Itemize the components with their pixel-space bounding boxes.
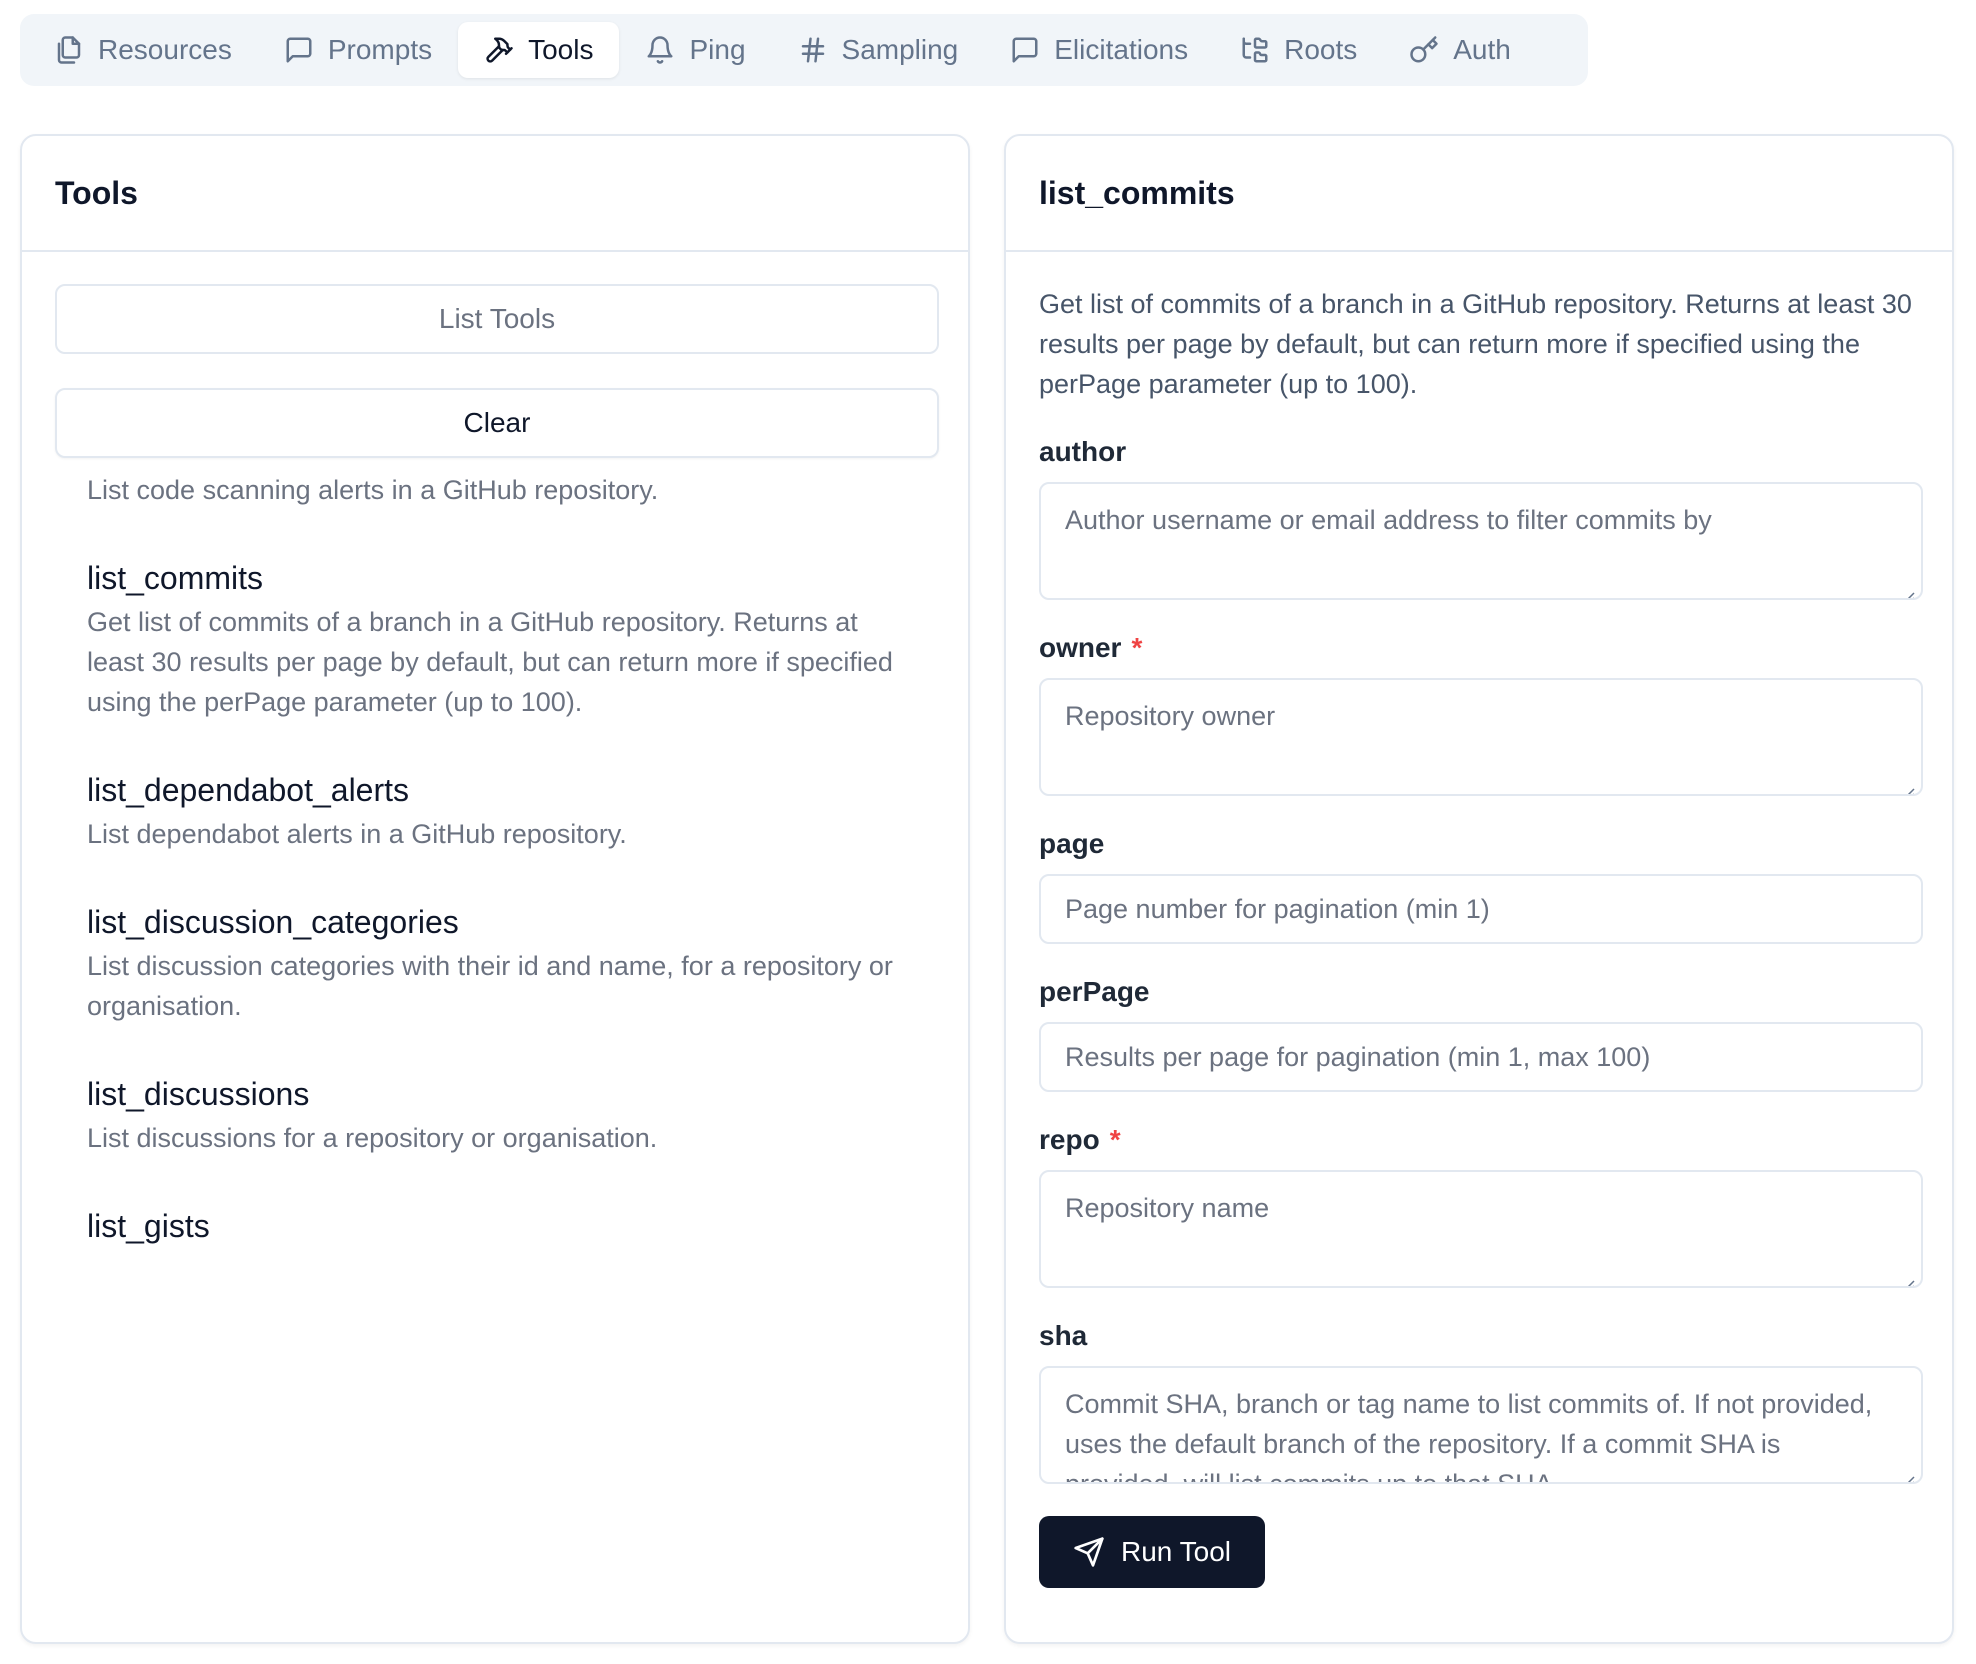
tool-item[interactable]: List code scanning alerts in a GitHub re… [87, 476, 907, 510]
send-icon [1074, 1537, 1104, 1567]
tool-description: Get list of commits of a branch in a Git… [87, 607, 893, 717]
field-label-perpage: perPage [1039, 976, 1150, 1007]
tool-description: List dependabot alerts in a GitHub repos… [87, 819, 627, 849]
tool-form: Get list of commits of a branch in a Git… [1039, 284, 1923, 1588]
page-placeholder: Page number for pagination (min 1) [1065, 894, 1490, 924]
message-square-icon [286, 37, 312, 63]
tab-roots[interactable]: Roots [1214, 22, 1383, 78]
tool-description: List discussion categories with their id… [87, 951, 893, 1021]
tab-label: Elicitations [1054, 34, 1189, 65]
tab-label: Sampling [841, 34, 959, 65]
tool-list[interactable]: List code scanning alerts in a GitHub re… [55, 476, 939, 1392]
resize-handle-icon[interactable] [1899, 772, 1915, 794]
tool-item[interactable]: list_discussion_categories List discussi… [87, 902, 907, 1026]
tab-label: Prompts [327, 34, 433, 65]
tool-name: list_dependabot_alerts [87, 772, 410, 808]
run-tool-label: Run Tool [1120, 1536, 1231, 1567]
field-label-repo: repo * [1039, 1124, 1121, 1155]
folder-tree-icon [1242, 37, 1268, 63]
tab-label: Ping [689, 34, 746, 65]
owner-placeholder: Repository owner [1065, 701, 1276, 731]
field-label-sha: sha [1039, 1320, 1088, 1351]
tool-description: List discussions for a repository or org… [87, 1123, 658, 1153]
resize-handle-icon[interactable] [1899, 1460, 1915, 1482]
repo-field[interactable]: Repository name [1039, 1170, 1923, 1288]
tab-label: Resources [98, 34, 232, 65]
tool-name: list_discussion_categories [87, 904, 459, 940]
tool-detail-panel: list_commits Get list of commits of a br… [1004, 134, 1954, 1644]
tab-ping[interactable]: Ping [619, 22, 771, 78]
required-marker: * [1131, 632, 1143, 663]
sha-placeholder: Commit SHA, branch or tag name to list c… [1065, 1389, 1873, 1484]
list-tools-button[interactable]: List Tools [55, 284, 939, 354]
perpage-placeholder: Results per page for pagination (min 1, … [1065, 1042, 1651, 1072]
sha-field[interactable]: Commit SHA, branch or tag name to list c… [1039, 1366, 1923, 1484]
tools-panel-title: Tools [22, 136, 968, 252]
message-square-icon [1012, 37, 1038, 63]
author-field[interactable]: Author username or email address to filt… [1039, 482, 1923, 600]
field-label-owner: owner * [1039, 632, 1143, 663]
owner-field[interactable]: Repository owner [1039, 678, 1923, 796]
tab-sampling[interactable]: Sampling [772, 22, 985, 78]
key-icon [1410, 36, 1438, 63]
field-label-page: page [1039, 828, 1105, 859]
tool-detail-title: list_commits [1006, 136, 1952, 252]
page-field[interactable]: Page number for pagination (min 1) [1039, 874, 1923, 944]
clear-button[interactable]: Clear [55, 388, 939, 458]
tab-elicitations[interactable]: Elicitations [984, 22, 1214, 78]
files-icon [57, 36, 81, 64]
tab-resources[interactable]: Resources [28, 22, 258, 78]
hammer-icon [486, 37, 513, 63]
resize-handle-icon[interactable] [1899, 1264, 1915, 1286]
repo-placeholder: Repository name [1065, 1193, 1270, 1223]
tool-item[interactable]: list_discussions List discussions for a … [87, 1074, 907, 1158]
resize-handle-icon[interactable] [1899, 576, 1915, 598]
tool-name: list_gists [87, 1208, 210, 1244]
tool-detail-description: Get list of commits of a branch in a Git… [1039, 289, 1912, 399]
tab-label: Tools [528, 34, 594, 65]
perpage-field[interactable]: Results per page for pagination (min 1, … [1039, 1022, 1923, 1092]
tab-label: Roots [1284, 34, 1358, 65]
tool-description: List code scanning alerts in a GitHub re… [87, 476, 659, 505]
tab-prompts[interactable]: Prompts [258, 22, 458, 78]
tool-name: list_commits [87, 560, 264, 596]
required-marker: * [1109, 1124, 1121, 1155]
author-placeholder: Author username or email address to filt… [1065, 505, 1712, 535]
run-tool-button[interactable]: Run Tool [1039, 1516, 1265, 1588]
field-label-author: author [1039, 436, 1127, 467]
tab-bar: Resources Prompts Tools Ping Sampling El… [20, 14, 1588, 86]
tool-item[interactable]: list_gists [87, 1206, 907, 1246]
tool-item[interactable]: list_commits Get list of commits of a br… [87, 558, 907, 722]
tool-item[interactable]: list_dependabot_alerts List dependabot a… [87, 770, 907, 854]
tab-auth[interactable]: Auth [1383, 22, 1537, 78]
hash-icon [801, 37, 824, 63]
tool-name: list_discussions [87, 1076, 310, 1112]
tab-label: Auth [1453, 34, 1511, 65]
bell-icon [647, 36, 673, 64]
tab-tools[interactable]: Tools [458, 22, 620, 78]
tools-panel: Tools List Tools Clear List code scannin… [20, 134, 970, 1644]
